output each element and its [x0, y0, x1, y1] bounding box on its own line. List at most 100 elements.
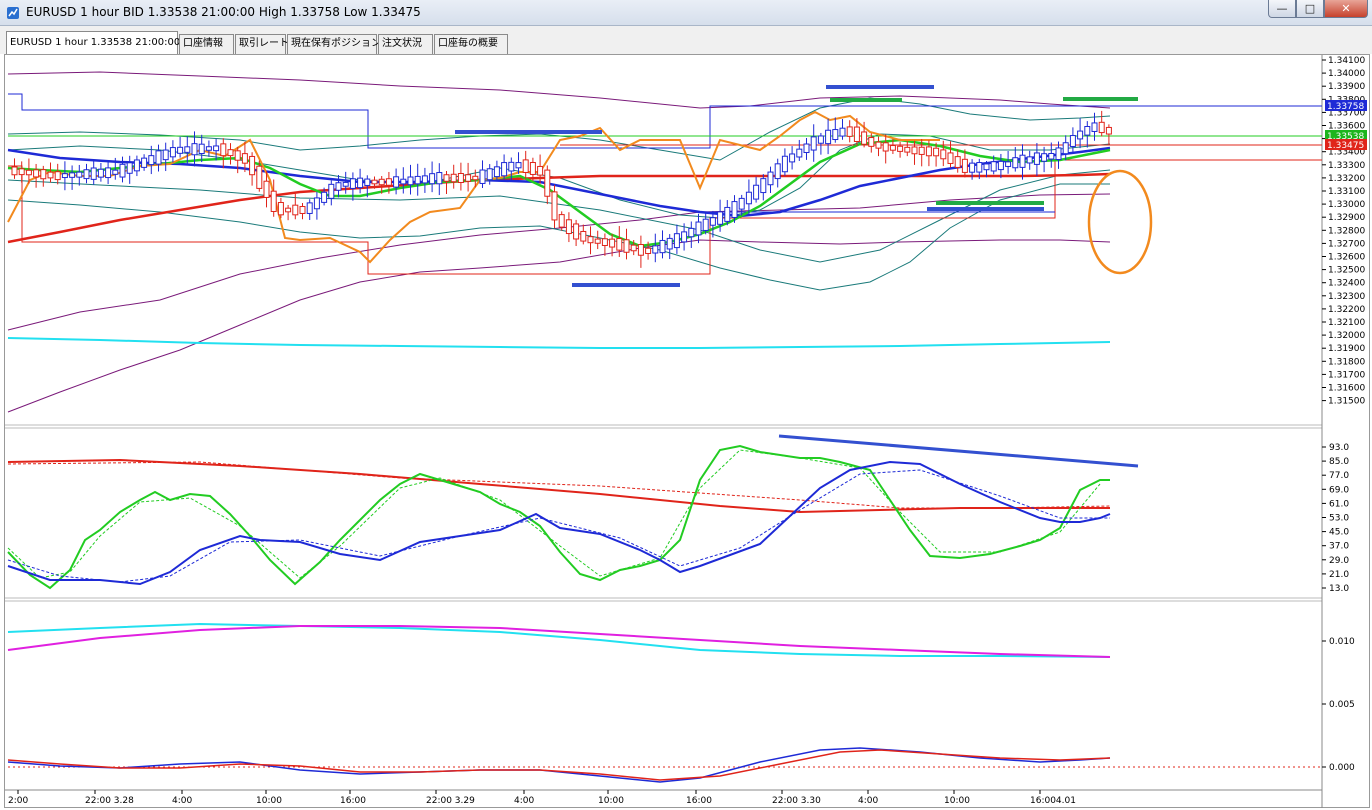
candle-body — [1105, 126, 1112, 135]
candle-body — [976, 162, 983, 173]
candle-body — [609, 238, 616, 248]
price-tick-label: 1.32000 — [1328, 331, 1365, 341]
oscillator-tick-label: 77.0 — [1329, 471, 1349, 481]
candle-body — [126, 162, 133, 174]
price-tick-label: 1.32400 — [1328, 279, 1365, 289]
candle-body — [645, 247, 652, 254]
candle-body — [306, 202, 313, 214]
candle-body — [565, 219, 572, 235]
price-tick-label: 1.32200 — [1328, 305, 1365, 315]
candle-body — [544, 169, 551, 197]
candle-body — [796, 148, 803, 158]
candle-body — [1033, 152, 1040, 165]
candle-body — [1048, 152, 1055, 160]
price-tag-label: 1.33758 — [1327, 102, 1364, 112]
chart-canvas[interactable]: 1.341001.340001.339001.338001.337001.336… — [0, 0, 1372, 810]
oscillator-tick-label: 21.0 — [1329, 570, 1349, 580]
candle-body — [313, 197, 320, 210]
candle-body — [717, 211, 724, 225]
candle-body — [364, 178, 371, 186]
candle-body — [630, 244, 637, 252]
candle-body — [781, 155, 788, 173]
price-tick-label: 1.32700 — [1328, 239, 1365, 249]
candle-body — [90, 167, 97, 180]
candle-body — [321, 191, 328, 203]
oscillator-red-line — [7, 458, 1111, 514]
lower-macd-lines — [7, 747, 1111, 783]
candle-body — [105, 167, 112, 179]
candle-body — [969, 162, 976, 173]
price-tag-label: 1.33475 — [1327, 141, 1364, 151]
candle-body — [666, 237, 673, 250]
candle-body — [421, 175, 428, 184]
candle-body — [1026, 156, 1033, 164]
lower-axis: 0.010 0.005 0.000 — [1322, 637, 1355, 773]
candle-body — [817, 135, 824, 144]
bollinger-outer-upper — [7, 71, 1111, 109]
time-tick-label: 2:00 — [8, 796, 28, 806]
candle-body — [393, 176, 400, 188]
candle-body — [904, 146, 911, 153]
oscillator-tick-label: 45.0 — [1329, 528, 1349, 538]
candle-body — [933, 147, 940, 157]
candle-body — [1005, 161, 1012, 167]
candle-body — [940, 149, 947, 160]
candle-body — [1062, 142, 1069, 155]
oscillator-tick-label: 69.0 — [1329, 485, 1349, 495]
candle-body — [1069, 135, 1076, 147]
candle-body — [349, 178, 356, 189]
candle-body — [112, 169, 119, 175]
candle-body — [537, 165, 544, 176]
oscillator-tick-label: 13.0 — [1329, 584, 1349, 594]
candle-body — [853, 126, 860, 142]
candle-body — [83, 169, 90, 180]
candle-body — [580, 230, 587, 242]
candle-body — [256, 165, 263, 189]
candle-body — [47, 171, 54, 179]
price-tick-label: 1.33200 — [1328, 174, 1365, 184]
price-tick-label: 1.32300 — [1328, 292, 1365, 302]
candle-body — [414, 175, 421, 185]
candle-body — [529, 162, 536, 175]
oscillator-tick-label: 53.0 — [1329, 514, 1349, 524]
candle-body — [681, 231, 688, 243]
time-axis: 2:00 22:00 3.28 4:00 10:00 16:00 22:00 3.29 4:… — [8, 790, 1076, 806]
candle-body — [11, 166, 18, 176]
candle-body — [357, 177, 364, 189]
candle-body — [882, 142, 889, 152]
candle-body — [810, 136, 817, 151]
candle-body — [695, 221, 702, 236]
time-tick-label: 16:00 — [340, 796, 366, 806]
price-tick-label: 1.31700 — [1328, 370, 1365, 380]
candle-body — [141, 157, 148, 168]
candle-body — [54, 171, 61, 181]
candle-body — [947, 152, 954, 164]
price-tick-label: 1.32900 — [1328, 213, 1365, 223]
candle-body — [767, 171, 774, 186]
time-tick-label: 22:00 3.30 — [772, 796, 821, 806]
candle-body — [429, 173, 436, 185]
candle-body — [990, 161, 997, 172]
candle-body — [472, 175, 479, 181]
candle-body — [213, 145, 220, 152]
candle-body — [731, 201, 738, 218]
candle-body — [709, 217, 716, 226]
candle-body — [155, 150, 162, 165]
candle-body — [983, 163, 990, 171]
candle-body — [1098, 121, 1105, 134]
candle-body — [868, 137, 875, 147]
time-tick-label: 4:00 — [172, 796, 192, 806]
candle-body — [227, 149, 234, 157]
candle-body — [515, 162, 522, 169]
candle-body — [119, 163, 126, 178]
candle-body — [832, 129, 839, 141]
candle-body — [493, 166, 500, 178]
candle-body — [1019, 154, 1026, 168]
time-tick-label: 10:00 — [598, 796, 624, 806]
candle-body — [508, 161, 515, 172]
candle-body — [1041, 153, 1048, 162]
candle-body — [378, 178, 385, 186]
candle-body — [522, 159, 529, 173]
candle-body — [673, 233, 680, 249]
candle-body — [450, 173, 457, 183]
